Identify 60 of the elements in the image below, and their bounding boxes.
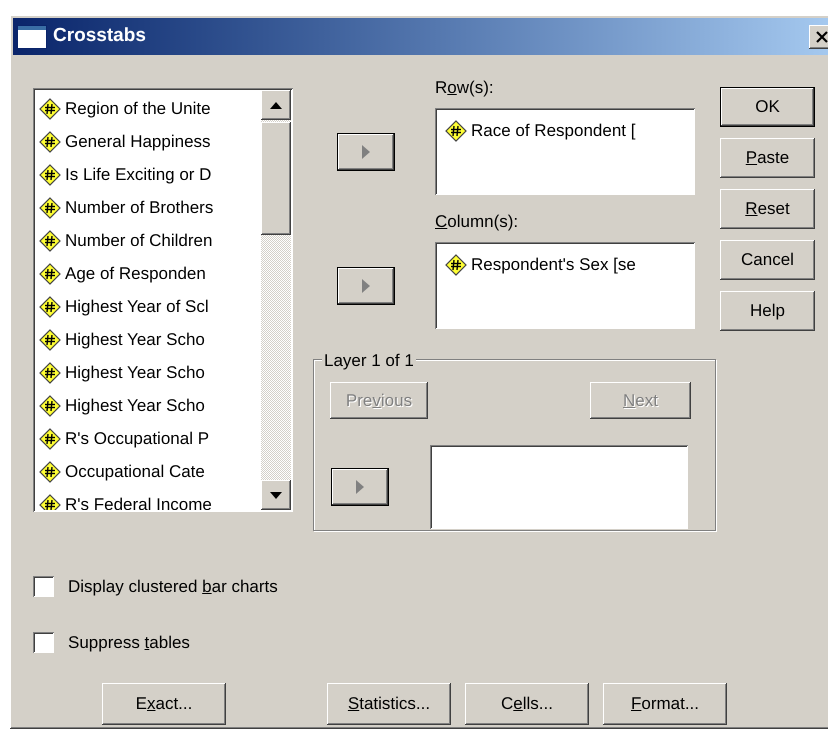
variable-label[interactable]: Respondent's Sex [se xyxy=(471,252,636,278)
window-title: Crosstabs xyxy=(53,24,146,48)
dialog-button[interactable]: Cancel xyxy=(720,240,815,280)
dialog-button[interactable]: Help xyxy=(720,291,815,331)
numeric-variable-icon xyxy=(445,120,467,142)
variable-label[interactable]: R's Occupational P xyxy=(65,426,210,452)
dialog-button[interactable]: Cells... xyxy=(465,683,589,725)
numeric-variable-icon xyxy=(39,460,61,482)
variable-label[interactable]: Number of Children xyxy=(65,228,212,254)
variable-label[interactable]: Occupational Cate xyxy=(65,458,205,484)
dialog-button[interactable]: Reset xyxy=(720,189,815,229)
variable-label[interactable]: Highest Year Scho xyxy=(65,360,205,386)
window-icon xyxy=(17,24,47,48)
numeric-variable-icon xyxy=(39,494,61,510)
layer-list[interactable] xyxy=(430,445,688,529)
variable-label[interactable]: Highest Year of Scl xyxy=(65,294,209,320)
variable-label[interactable]: Age of Responden xyxy=(65,260,206,286)
variable-label[interactable]: Region of the Unite xyxy=(65,96,211,122)
numeric-variable-icon xyxy=(39,130,61,152)
list-label: Column(s): xyxy=(435,211,520,233)
checkbox-label: Suppress tables xyxy=(68,632,190,654)
close-button[interactable] xyxy=(809,24,828,48)
variable-label[interactable]: Is Life Exciting or D xyxy=(65,162,212,188)
variable-label[interactable]: Highest Year Scho xyxy=(65,326,205,352)
scrollbar[interactable] xyxy=(261,90,291,510)
numeric-variable-icon xyxy=(39,164,61,186)
numeric-variable-icon xyxy=(39,328,61,350)
list-label: Row(s): xyxy=(435,77,495,99)
dialog-button[interactable]: Format... xyxy=(603,683,727,725)
checkbox[interactable] xyxy=(33,576,54,598)
target-list[interactable]: Race of Respondent [ xyxy=(435,108,695,195)
target-list[interactable]: Respondent's Sex [se xyxy=(435,242,695,329)
dialog-button[interactable]: Exact... xyxy=(102,683,226,725)
triangle-right-icon xyxy=(361,278,371,294)
checkbox[interactable] xyxy=(33,632,54,653)
scroll-thumb[interactable] xyxy=(261,122,291,235)
variable-list[interactable] xyxy=(33,88,293,512)
dialog-button[interactable]: Statistics... xyxy=(327,683,451,725)
dialog-button[interactable]: OK xyxy=(720,87,815,127)
numeric-variable-icon xyxy=(39,196,61,218)
variable-label[interactable]: R's Federal Income xyxy=(65,492,212,510)
triangle-right-icon xyxy=(355,479,365,495)
numeric-variable-icon xyxy=(39,394,61,416)
variable-label[interactable]: Number of Brothers xyxy=(65,194,214,220)
triangle-right-icon xyxy=(361,144,371,160)
numeric-variable-icon xyxy=(39,230,61,252)
scroll-down-icon[interactable] xyxy=(270,492,282,498)
dialog-button[interactable]: Paste xyxy=(720,138,815,178)
numeric-variable-icon xyxy=(39,428,61,450)
numeric-variable-icon xyxy=(39,296,61,318)
close-icon xyxy=(816,30,828,42)
variable-label[interactable]: Highest Year Scho xyxy=(65,392,205,418)
variable-label[interactable]: Race of Respondent [ xyxy=(471,118,636,144)
variable-label[interactable]: General Happiness xyxy=(65,128,211,154)
numeric-variable-icon xyxy=(445,254,467,276)
checkbox-label: Display clustered bar charts xyxy=(68,576,278,598)
numeric-variable-icon xyxy=(39,98,61,120)
numeric-variable-icon xyxy=(39,262,61,284)
scroll-up-icon[interactable] xyxy=(270,102,282,108)
numeric-variable-icon xyxy=(39,362,61,384)
